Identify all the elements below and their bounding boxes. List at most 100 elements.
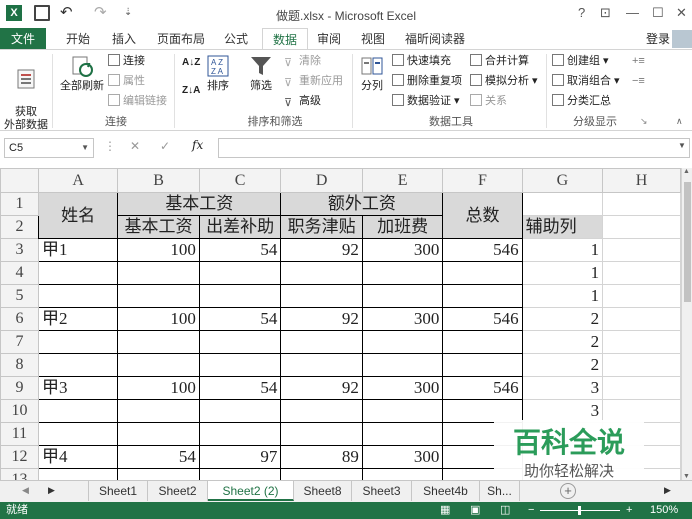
column-header-g[interactable]: G (521, 168, 604, 193)
header-helper-cell[interactable]: 辅助列 (521, 215, 604, 239)
header-duty-cell[interactable]: 职务津贴 (280, 215, 363, 239)
filter-button[interactable]: 筛选 (246, 54, 276, 93)
cell-total[interactable] (442, 330, 523, 354)
column-header-b[interactable]: B (117, 168, 200, 193)
cell-name[interactable] (37, 330, 119, 354)
avatar[interactable] (672, 30, 692, 48)
ungroup-button[interactable]: 取消组合 ▾ (552, 74, 620, 88)
cell[interactable] (602, 376, 681, 400)
column-header-a[interactable]: A (37, 168, 119, 193)
row-header[interactable]: 10 (0, 399, 39, 423)
cell-overtime[interactable] (361, 353, 444, 377)
data-validation-button[interactable]: 数据验证 ▾ (392, 94, 460, 108)
cell-travel[interactable] (198, 422, 282, 446)
cell-basic[interactable] (117, 261, 200, 285)
cell-basic[interactable] (117, 353, 200, 377)
outline-settings-icon[interactable]: ↘ (640, 114, 648, 128)
sheet-tab[interactable]: Sheet4b (412, 481, 480, 501)
group-button[interactable]: 创建组 ▾ (552, 54, 609, 68)
cell-total[interactable]: 546 (442, 238, 523, 262)
row-header[interactable]: 8 (0, 353, 39, 377)
sheet-tab[interactable]: Sheet2 (148, 481, 208, 501)
name-box[interactable]: C5 ▼ (4, 138, 94, 158)
cell-helper[interactable]: 2 (521, 353, 604, 377)
minimize-button[interactable]: — (626, 6, 639, 20)
cell-duty[interactable] (280, 468, 363, 480)
cell-basic[interactable]: 100 (117, 376, 200, 400)
cell-helper[interactable]: 1 (521, 261, 604, 285)
header-basic-group-cell[interactable]: 基本工资 (117, 192, 282, 216)
remove-duplicates-button[interactable]: 删除重复项 (392, 74, 462, 88)
sheet-tab[interactable]: Sheet1 (88, 481, 148, 501)
header-extra-group-cell[interactable]: 额外工资 (280, 192, 444, 216)
maximize-button[interactable]: ☐ (652, 6, 664, 20)
cell-name[interactable] (37, 353, 119, 377)
login-link[interactable]: 登录 (646, 28, 670, 50)
cell-duty[interactable]: 92 (280, 238, 363, 262)
cell-duty[interactable]: 92 (280, 376, 363, 400)
cell-helper[interactable]: 1 (521, 238, 604, 262)
column-header-d[interactable]: D (280, 168, 363, 193)
cell-name[interactable]: 甲4 (37, 445, 119, 469)
cell-overtime[interactable] (361, 468, 444, 480)
tab-review[interactable]: 审阅 (310, 28, 348, 50)
scroll-down-icon[interactable]: ▼ (683, 473, 690, 480)
page-break-view-icon[interactable]: ◫ (500, 502, 510, 519)
tab-data[interactable]: 数据 (262, 28, 308, 50)
cell-overtime[interactable]: 300 (361, 376, 444, 400)
consolidate-button[interactable]: 合并计算 (470, 54, 529, 68)
scroll-up-icon[interactable]: ▲ (683, 168, 690, 175)
advanced-filter-button[interactable]: ⊽ 高级 (284, 94, 321, 109)
tab-insert[interactable]: 插入 (104, 28, 144, 50)
cell-total[interactable] (442, 284, 523, 308)
cell-duty[interactable]: 89 (280, 445, 363, 469)
zoom-level[interactable]: 150% (650, 502, 678, 519)
page-layout-view-icon[interactable]: ▣ (470, 502, 480, 519)
get-external-data-button[interactable]: 获取 外部数据 (4, 54, 48, 132)
cell-name[interactable] (37, 261, 119, 285)
tab-view[interactable]: 视图 (354, 28, 392, 50)
cell-basic[interactable] (117, 399, 200, 423)
hscroll-right-icon[interactable]: ▶ (664, 485, 671, 496)
row-header[interactable]: 13 (0, 468, 39, 480)
cell-overtime[interactable]: 300 (361, 307, 444, 331)
row-header[interactable]: 2 (0, 215, 39, 239)
formula-input[interactable] (218, 138, 690, 158)
header-name-cell[interactable]: 姓名 (37, 192, 119, 239)
cell-overtime[interactable] (361, 261, 444, 285)
vertical-scrollbar[interactable]: ▲ ▼ (681, 168, 692, 480)
cell-overtime[interactable] (361, 284, 444, 308)
cell-travel[interactable] (198, 330, 282, 354)
cell-name[interactable] (37, 468, 119, 480)
scrollbar-thumb[interactable] (684, 182, 691, 302)
cell[interactable] (602, 261, 681, 285)
tab-page-layout[interactable]: 页面布局 (152, 28, 210, 50)
cell-travel[interactable]: 54 (198, 376, 282, 400)
cell-travel[interactable] (198, 399, 282, 423)
column-header-c[interactable]: C (198, 168, 282, 193)
tab-foxit-reader[interactable]: 福昕阅读器 (400, 28, 470, 50)
sort-descending-icon[interactable]: Z↓A (182, 84, 200, 98)
row-header[interactable]: 4 (0, 261, 39, 285)
cell-total[interactable]: 546 (442, 376, 523, 400)
cell-basic[interactable]: 54 (117, 445, 200, 469)
cell-travel[interactable]: 97 (198, 445, 282, 469)
cell-duty[interactable]: 92 (280, 307, 363, 331)
row-header[interactable]: 6 (0, 307, 39, 331)
cell-helper[interactable]: 2 (521, 307, 604, 331)
normal-view-icon[interactable]: ▦ (440, 502, 450, 519)
row-header[interactable]: 3 (0, 238, 39, 262)
expand-formula-bar-icon[interactable]: ▼ (678, 141, 686, 150)
header-basic-cell[interactable]: 基本工资 (117, 215, 200, 239)
column-header-f[interactable]: F (442, 168, 523, 193)
cell-duty[interactable] (280, 330, 363, 354)
subtotal-button[interactable]: 分类汇总 (552, 94, 611, 108)
cell-name[interactable] (37, 399, 119, 423)
cell-duty[interactable] (280, 422, 363, 446)
cell-overtime[interactable] (361, 399, 444, 423)
cell-duty[interactable] (280, 284, 363, 308)
cell-basic[interactable]: 100 (117, 238, 200, 262)
sort-button[interactable]: A ZZ A 排序 (204, 54, 232, 93)
cell-travel[interactable] (198, 353, 282, 377)
scroll-right-icon[interactable]: ▶ (48, 485, 55, 496)
